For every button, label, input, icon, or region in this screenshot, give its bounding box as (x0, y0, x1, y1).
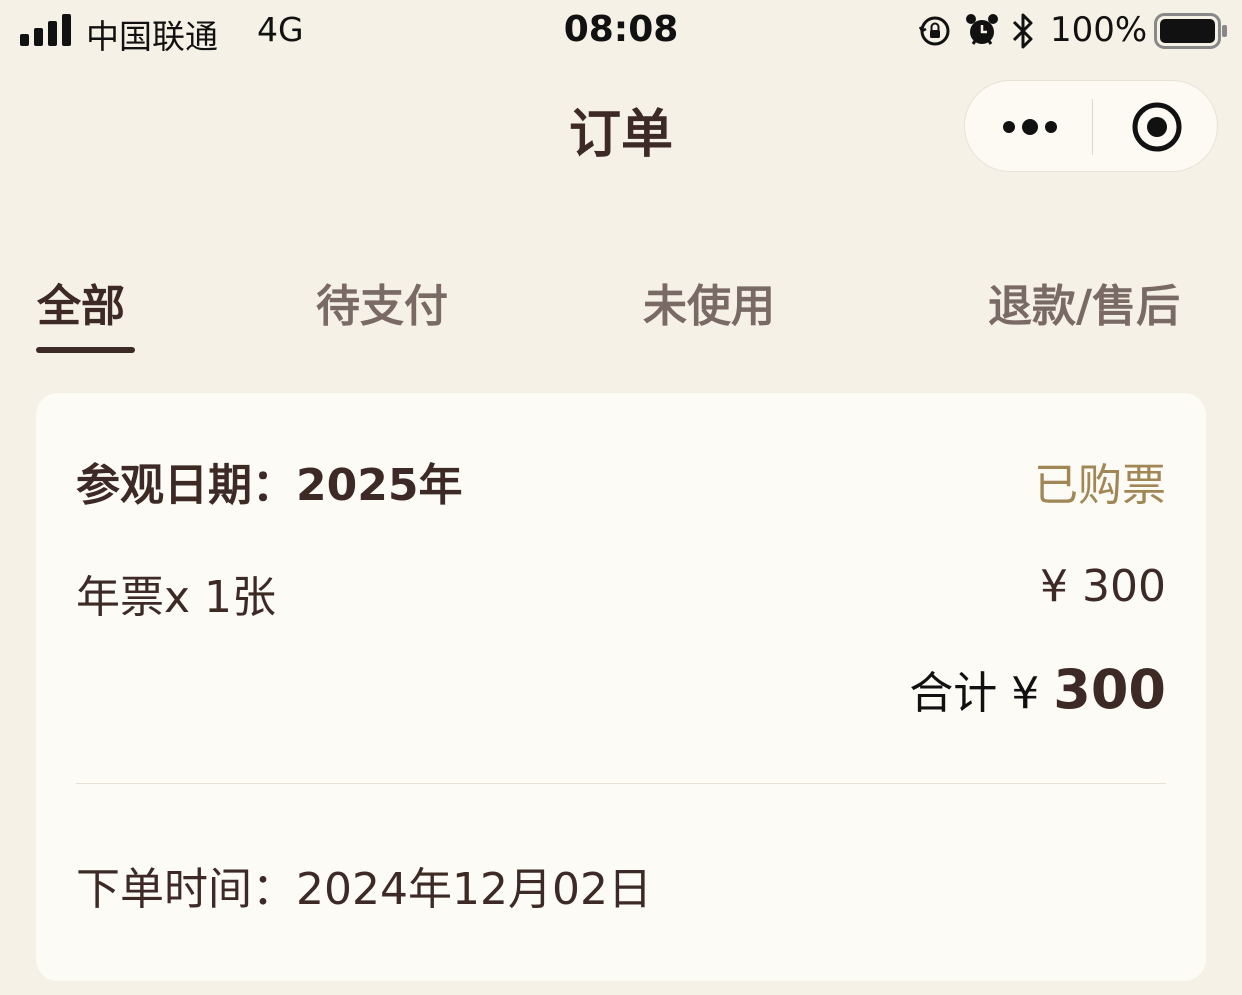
tab-unused[interactable]: 未使用 (643, 270, 775, 334)
card-divider (76, 783, 1166, 784)
tab-refund-aftersales[interactable]: 退款/售后 (988, 270, 1180, 334)
miniprogram-capsule (964, 80, 1218, 172)
ticket-price: ¥ 300 (1040, 561, 1166, 612)
bluetooth-icon (1012, 13, 1033, 49)
more-icon[interactable] (1001, 111, 1059, 143)
order-card[interactable]: 参观日期：2025年 已购票 年票x 1张 ¥ 300 合计 ¥ 300 下单时… (36, 393, 1206, 981)
ticket-description: 年票x 1张 (76, 572, 277, 623)
total-label: 合计 ¥ (909, 668, 1054, 719)
status-bar: 中国联通 4G 08:08 100% (0, 0, 1242, 64)
total-amount: 300 (1053, 658, 1166, 721)
order-status: 已购票 (1034, 460, 1166, 511)
order-total: 合计 ¥ 300 (909, 657, 1166, 721)
tab-all[interactable]: 全部 (37, 270, 125, 334)
visit-date: 参观日期：2025年 (76, 460, 463, 511)
close-miniprogram-icon[interactable] (1131, 101, 1183, 153)
battery-icon (1154, 13, 1227, 49)
order-time: 下单时间：2024年12月02日 (76, 864, 652, 915)
active-tab-indicator (36, 347, 135, 353)
tab-pending-payment[interactable]: 待支付 (316, 270, 448, 334)
capsule-divider (1092, 99, 1093, 155)
alarm-icon (966, 14, 998, 45)
battery-percentage: 100% (1050, 10, 1148, 50)
screen-lock-icon (918, 16, 950, 46)
